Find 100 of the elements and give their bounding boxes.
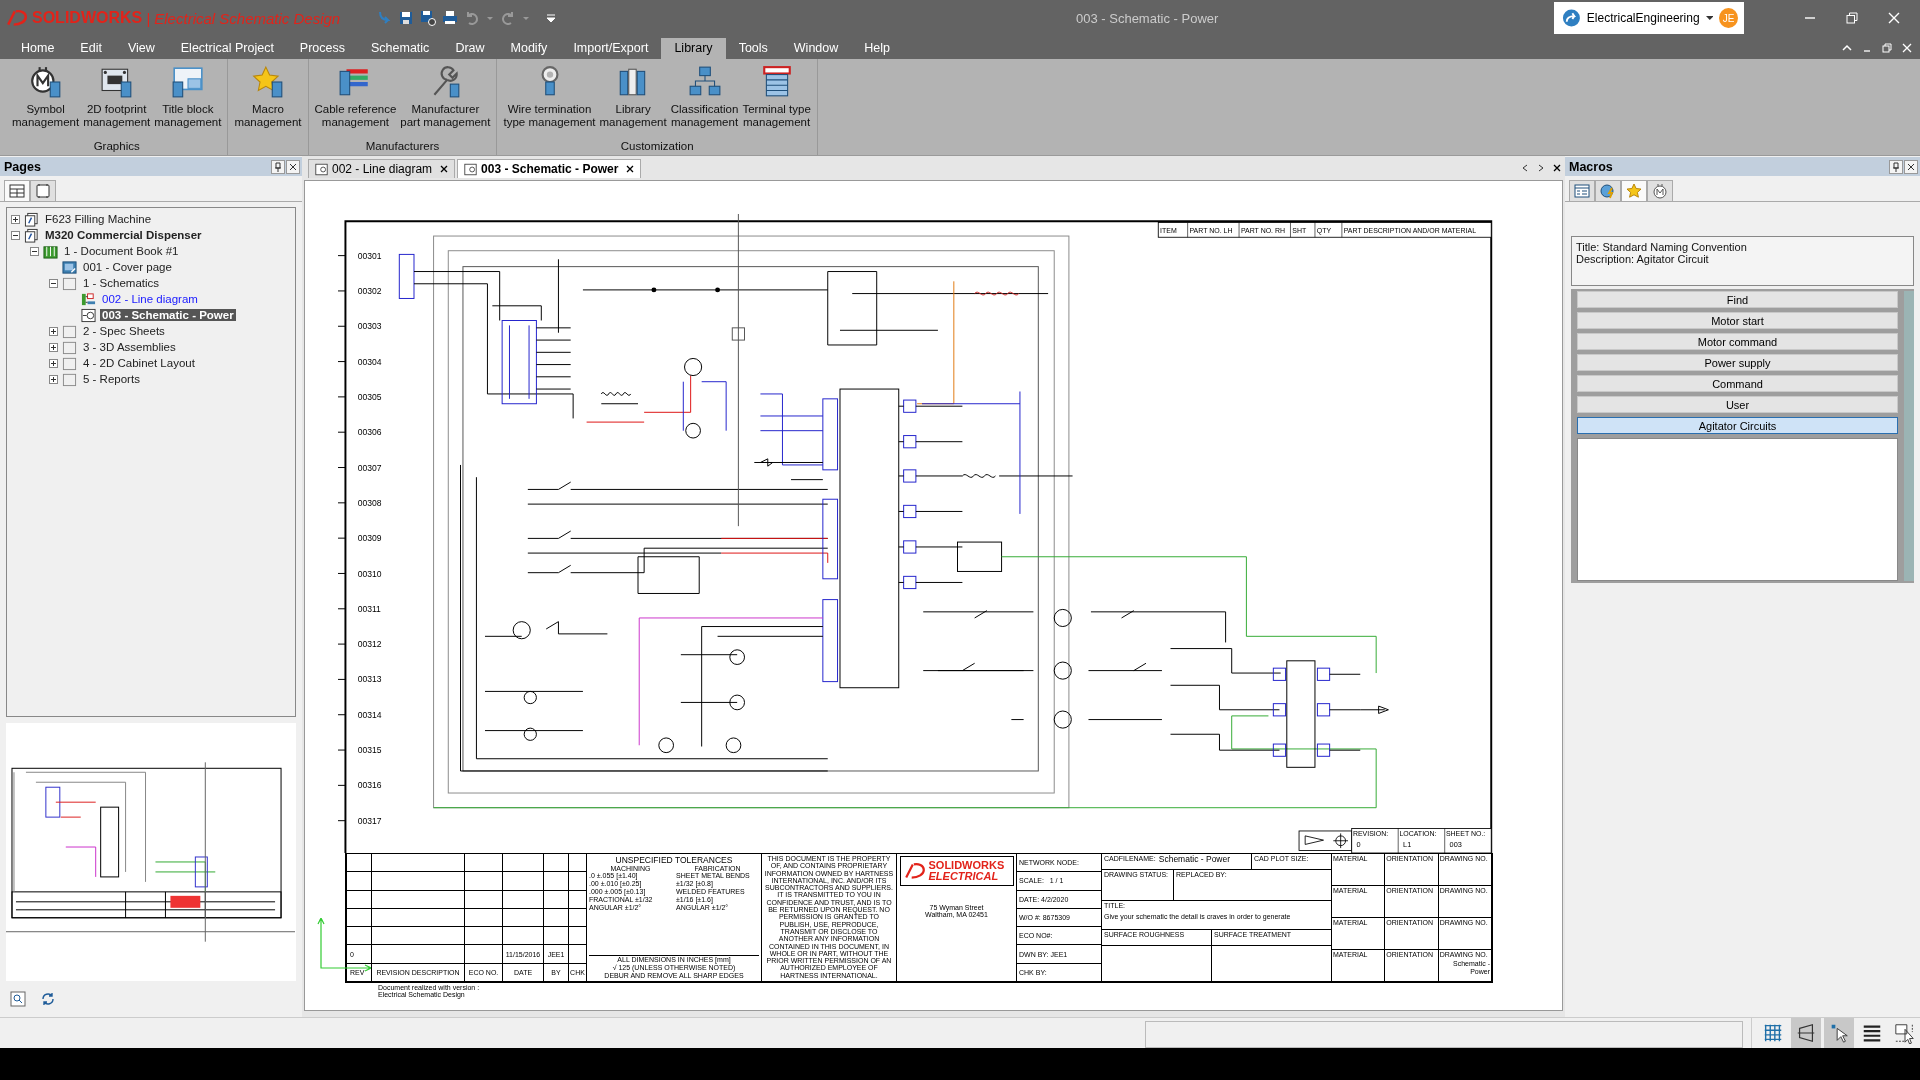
axis-indicator-icon (317, 918, 371, 972)
tree-item[interactable]: 1 - Document Book #1 (62, 245, 181, 257)
motor-icon (1652, 183, 1668, 199)
document-tab[interactable]: 002 - Line diagram (308, 159, 456, 178)
tree-item[interactable]: 2 - Spec Sheets (81, 325, 167, 337)
scrollbar[interactable] (1904, 291, 1914, 581)
customize-caret-icon[interactable] (546, 13, 556, 23)
menu-tab[interactable]: Process (286, 38, 358, 59)
menu-tab[interactable]: Window (780, 38, 852, 59)
ribbon-button[interactable]: Classification management (668, 59, 741, 140)
star-icon (1626, 183, 1642, 199)
panel-tab[interactable] (1569, 180, 1595, 201)
account-switcher[interactable]: ElectricalEngineering JE (1554, 2, 1744, 34)
perspective-icon[interactable] (1791, 1018, 1821, 1048)
menu-tab[interactable]: Electrical Project (167, 38, 287, 59)
macro-group-bar[interactable]: Command (1577, 375, 1898, 392)
panel-tab[interactable] (1621, 180, 1647, 201)
panel-tab[interactable] (1647, 180, 1673, 201)
ribbon-button[interactable]: Terminal type management (740, 59, 813, 140)
tree-item[interactable]: 5 - Reports (81, 373, 142, 385)
collapse-ribbon-icon[interactable] (1842, 43, 1852, 53)
macro-group-bar[interactable]: Power supply (1577, 354, 1898, 371)
frame-icon (35, 183, 51, 199)
panel-tab[interactable] (1595, 180, 1621, 201)
ribbon-button[interactable]: Wire termination type management (501, 59, 598, 140)
row-number: 00305 (357, 391, 382, 402)
menu-tab[interactable]: Help (851, 38, 903, 59)
tree-item[interactable]: 3 - 3D Assemblies (81, 341, 178, 353)
expand-icon[interactable] (49, 342, 58, 352)
restore-icon[interactable] (1846, 12, 1858, 24)
ribbon-button[interactable]: Library management (597, 59, 669, 140)
window-title: 003 - Schematic - Power (1076, 10, 1220, 26)
expand-icon[interactable] (49, 374, 58, 384)
document-tab[interactable]: 003 - Schematic - Power (457, 159, 642, 178)
pin-icon[interactable] (1889, 159, 1903, 174)
tree-item[interactable]: 4 - 2D Cabinet Layout (81, 357, 197, 369)
snap-pointer-icon[interactable] (1824, 1018, 1854, 1048)
ribbon-button[interactable]: Symbol management (10, 59, 82, 140)
menu-tab[interactable]: View (114, 38, 168, 59)
save-icon[interactable] (398, 10, 414, 26)
menu-tab[interactable]: Import/Export (560, 38, 662, 59)
macro-group-bar[interactable]: Motor start (1577, 312, 1898, 329)
tree-item[interactable]: F623 Filling Machine (43, 213, 154, 225)
tree-item[interactable]: M320 Commercial Dispenser (43, 229, 204, 241)
tree-item[interactable]: 1 - Schematics (81, 277, 162, 289)
panel-tab[interactable] (4, 180, 30, 201)
refresh-icon[interactable] (40, 991, 56, 1007)
row-number: 00306 (357, 427, 382, 438)
menu-tab[interactable]: Modify (497, 38, 561, 59)
book-icon (43, 243, 58, 259)
ribbon-button[interactable]: 2D footprint management (81, 59, 153, 140)
menu-tab[interactable]: Schematic (358, 38, 443, 59)
ds-logo-icon (903, 862, 926, 880)
tree-item[interactable]: 001 - Cover page (81, 261, 174, 273)
ribbon-button[interactable]: Macro management (232, 59, 304, 140)
collapse-icon[interactable] (30, 246, 39, 256)
pin-icon[interactable] (271, 159, 285, 174)
close-icon[interactable] (440, 165, 449, 173)
expand-icon[interactable] (11, 214, 20, 224)
line-diagram-icon (81, 291, 96, 307)
close-icon[interactable] (1904, 159, 1918, 174)
group-label: Graphics (92, 140, 141, 154)
scroll-left-icon[interactable] (1521, 164, 1529, 172)
project-icon (24, 211, 39, 227)
restore-icon[interactable] (1882, 43, 1892, 53)
macro-group-bar[interactable]: Motor command (1577, 333, 1898, 350)
macro-group-bar[interactable]: User (1577, 396, 1898, 413)
scroll-right-icon[interactable] (1537, 164, 1545, 172)
print-icon[interactable] (442, 10, 458, 26)
macro-group-bar[interactable]: Agitator Circuits (1577, 417, 1898, 434)
menu-tab[interactable]: Tools (725, 38, 781, 59)
tree-item[interactable]: 003 - Schematic - Power (100, 309, 236, 321)
zoom-icon[interactable] (10, 991, 26, 1007)
close-icon[interactable] (626, 165, 635, 173)
close-icon[interactable] (286, 159, 300, 174)
ribbon-button[interactable]: Manufacturer part management (398, 59, 493, 140)
ribbon-button[interactable]: Title block management (152, 59, 224, 140)
menu-tab[interactable]: Draw (442, 38, 498, 59)
save-all-icon[interactable] (420, 10, 436, 26)
row-number: 00301 (357, 250, 382, 261)
collapse-icon[interactable] (11, 230, 20, 240)
collapse-icon[interactable] (49, 278, 58, 288)
menu-tab[interactable]: Home (8, 38, 68, 59)
macro-group-bar[interactable]: Find (1577, 291, 1898, 308)
folder-icon (62, 355, 77, 371)
expand-icon[interactable] (49, 358, 58, 368)
tree-item[interactable]: 002 - Line diagram (100, 293, 200, 305)
row-number: 00302 (357, 286, 382, 296)
panel-tab[interactable] (30, 180, 56, 201)
expand-icon[interactable] (49, 326, 58, 336)
field-value: 0 (1356, 839, 1361, 849)
close-icon[interactable] (1553, 164, 1561, 172)
menu-tab[interactable]: Edit (67, 38, 115, 59)
folder-icon (62, 323, 77, 339)
row-number: 00309 (357, 533, 382, 544)
schematic-icon (464, 162, 478, 176)
ribbon-button[interactable]: Cable reference management (312, 59, 399, 140)
table-icon (9, 183, 25, 199)
projection-symbol-icon (1298, 830, 1353, 851)
menu-tab[interactable]: Library (661, 38, 726, 59)
